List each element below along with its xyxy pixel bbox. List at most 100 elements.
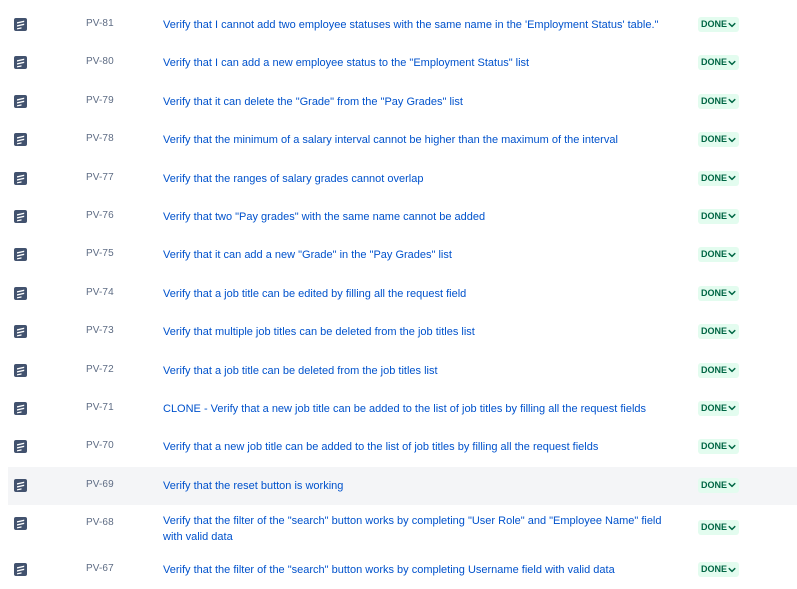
issue-row[interactable]: PV-81 Verify that I cannot add two emplo… bbox=[0, 6, 797, 44]
status-lozenge[interactable]: DONE bbox=[698, 55, 740, 71]
test-issue-icon bbox=[14, 517, 27, 531]
status-label: DONE bbox=[701, 19, 728, 29]
status-label: DONE bbox=[701, 402, 728, 413]
issue-summary[interactable]: Verify that a job title can be edited by… bbox=[163, 286, 683, 302]
status-label: DONE bbox=[701, 95, 728, 106]
test-issue-icon bbox=[14, 209, 27, 223]
status-label: DONE bbox=[701, 172, 728, 183]
issue-key[interactable]: PV-71 bbox=[86, 402, 114, 413]
issue-row[interactable]: PV-78 Verify that the minimum of a salar… bbox=[0, 121, 797, 159]
test-issue-icon bbox=[14, 94, 27, 108]
test-issue-icon bbox=[14, 133, 27, 147]
issue-row[interactable]: PV-79 Verify that it can delete the "Gra… bbox=[0, 83, 797, 121]
issue-summary[interactable]: Verify that the ranges of salary grades … bbox=[163, 171, 683, 187]
issue-row[interactable]: PV-75 Verify that it can add a new "Grad… bbox=[0, 236, 797, 274]
status-lozenge[interactable]: DONE bbox=[698, 324, 740, 340]
issue-summary[interactable]: Verify that the reset button is working bbox=[163, 478, 683, 494]
status-lozenge[interactable]: DONE bbox=[698, 400, 740, 416]
chevron-down-icon bbox=[728, 443, 736, 451]
issue-key[interactable]: PV-72 bbox=[86, 364, 114, 375]
test-issue-icon bbox=[14, 325, 27, 339]
status-lozenge[interactable]: DONE bbox=[698, 562, 740, 578]
chevron-down-icon bbox=[728, 212, 736, 220]
status-label: DONE bbox=[701, 479, 728, 490]
issue-summary[interactable]: Verify that it can delete the "Grade" fr… bbox=[163, 94, 683, 110]
issue-row[interactable]: PV-72 Verify that a job title can be del… bbox=[0, 352, 797, 390]
issue-summary[interactable]: Verify that multiple job titles can be d… bbox=[163, 324, 683, 340]
issue-summary[interactable]: Verify that the filter of the "search" b… bbox=[163, 513, 683, 545]
status-lozenge[interactable]: DONE bbox=[698, 132, 740, 148]
issue-key[interactable]: PV-79 bbox=[86, 95, 114, 106]
status-lozenge[interactable]: DONE bbox=[698, 17, 740, 32]
issue-row[interactable]: PV-71 CLONE - Verify that a new job titl… bbox=[0, 390, 797, 428]
status-lozenge[interactable]: DONE bbox=[698, 520, 740, 536]
issue-summary[interactable]: Verify that the filter of the "search" b… bbox=[163, 562, 683, 578]
status-label: DONE bbox=[701, 522, 728, 533]
status-label: DONE bbox=[701, 287, 728, 298]
issue-row[interactable]: PV-67 Verify that the filter of the "sea… bbox=[0, 551, 797, 589]
status-lozenge[interactable]: DONE bbox=[698, 285, 740, 301]
issue-row[interactable]: PV-68 Verify that the filter of the "sea… bbox=[0, 505, 797, 551]
issue-summary[interactable]: Verify that the minimum of a salary inte… bbox=[163, 132, 683, 148]
issue-row[interactable]: PV-76 Verify that two "Pay grades" with … bbox=[0, 198, 797, 236]
issue-row[interactable]: PV-77 Verify that the ranges of salary g… bbox=[0, 160, 797, 198]
status-label: DONE bbox=[701, 210, 728, 221]
chevron-down-icon bbox=[728, 566, 736, 574]
issue-key[interactable]: PV-68 bbox=[86, 517, 114, 528]
issue-summary[interactable]: Verify that I cannot add two employee st… bbox=[163, 17, 683, 33]
issue-summary[interactable]: Verify that a job title can be deleted f… bbox=[163, 363, 683, 379]
chevron-down-icon bbox=[728, 251, 736, 259]
issue-key[interactable]: PV-80 bbox=[86, 56, 114, 67]
chevron-down-icon bbox=[728, 97, 736, 105]
status-label: DONE bbox=[701, 134, 728, 145]
issue-key[interactable]: PV-81 bbox=[86, 18, 114, 29]
chevron-down-icon bbox=[728, 366, 736, 374]
status-lozenge[interactable]: DONE bbox=[698, 208, 740, 224]
chevron-down-icon bbox=[728, 524, 736, 532]
chevron-down-icon bbox=[728, 289, 736, 297]
issue-row[interactable]: PV-74 Verify that a job title can be edi… bbox=[0, 275, 797, 313]
issue-row[interactable]: PV-70 Verify that a new job title can be… bbox=[0, 428, 797, 466]
issue-key[interactable]: PV-73 bbox=[86, 325, 114, 336]
test-issue-icon bbox=[14, 248, 27, 262]
status-lozenge[interactable]: DONE bbox=[698, 247, 740, 263]
issue-summary[interactable]: CLONE - Verify that a new job title can … bbox=[163, 401, 683, 417]
test-issue-icon bbox=[14, 478, 27, 492]
issue-key[interactable]: PV-74 bbox=[86, 287, 114, 298]
issue-row[interactable]: PV-69 Verify that the reset button is wo… bbox=[8, 466, 797, 506]
issue-key[interactable]: PV-75 bbox=[86, 248, 114, 259]
status-label: DONE bbox=[701, 326, 728, 337]
issue-list: PV-81 Verify that I cannot add two emplo… bbox=[0, 6, 797, 589]
status-lozenge[interactable]: DONE bbox=[698, 170, 740, 186]
status-label: DONE bbox=[701, 249, 728, 260]
issue-row[interactable]: PV-80 Verify that I can add a new employ… bbox=[0, 44, 797, 82]
status-label: DONE bbox=[701, 57, 728, 68]
status-lozenge[interactable]: DONE bbox=[698, 93, 740, 109]
chevron-down-icon bbox=[728, 21, 736, 29]
issue-summary[interactable]: Verify that a new job title can be added… bbox=[163, 439, 683, 455]
status-lozenge[interactable]: DONE bbox=[698, 477, 740, 493]
chevron-down-icon bbox=[728, 174, 736, 182]
issue-key[interactable]: PV-78 bbox=[86, 133, 114, 144]
issue-key[interactable]: PV-77 bbox=[86, 172, 114, 183]
status-label: DONE bbox=[701, 441, 728, 452]
test-issue-icon bbox=[14, 363, 27, 377]
issue-key[interactable]: PV-70 bbox=[86, 440, 114, 451]
issue-key[interactable]: PV-76 bbox=[86, 210, 114, 221]
issue-summary[interactable]: Verify that two "Pay grades" with the sa… bbox=[163, 209, 683, 225]
status-lozenge[interactable]: DONE bbox=[698, 362, 740, 378]
issue-key[interactable]: PV-69 bbox=[86, 479, 114, 490]
issue-summary[interactable]: Verify that it can add a new "Grade" in … bbox=[163, 247, 683, 263]
test-issue-icon bbox=[14, 563, 27, 577]
issue-row[interactable]: PV-73 Verify that multiple job titles ca… bbox=[0, 313, 797, 351]
test-issue-icon bbox=[14, 440, 27, 454]
issue-summary[interactable]: Verify that I can add a new employee sta… bbox=[163, 55, 683, 71]
chevron-down-icon bbox=[728, 404, 736, 412]
test-issue-icon bbox=[14, 286, 27, 300]
status-label: DONE bbox=[701, 564, 728, 575]
issue-key[interactable]: PV-67 bbox=[86, 563, 114, 574]
chevron-down-icon bbox=[728, 328, 736, 336]
status-lozenge[interactable]: DONE bbox=[698, 439, 740, 455]
status-label: DONE bbox=[701, 364, 728, 375]
test-issue-icon bbox=[14, 401, 27, 415]
